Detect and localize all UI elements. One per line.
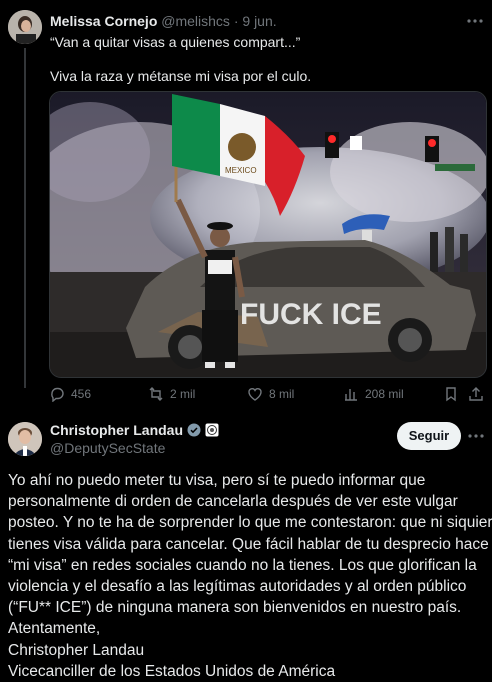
avatar-melissa[interactable] (8, 10, 42, 44)
body-line: “mi visa” en redes sociales cuando no la… (8, 556, 477, 574)
tweet-photo[interactable]: FUCK ICE MEXICO (49, 91, 487, 378)
repost-button[interactable]: 2 mil (148, 386, 195, 402)
thread-connector-line (24, 48, 26, 388)
author-name[interactable]: Christopher Landau (50, 422, 183, 438)
main-tweet-body: Yo ahí no puedo meter tu visa, pero sí t… (8, 470, 492, 682)
repost-icon (149, 387, 163, 401)
reply-button[interactable]: 456 (49, 386, 91, 402)
reply-count: 456 (71, 387, 92, 401)
body-line: tienes visa válida para cancelar. Que fá… (8, 535, 489, 553)
heart-icon (248, 388, 262, 401)
views-button[interactable]: 208 mil (343, 386, 404, 402)
body-line: personalmente di orden de cancelarla des… (8, 493, 458, 511)
views-count: 208 mil (365, 387, 404, 401)
verified-badge-icon (187, 423, 201, 437)
views-icon (345, 389, 357, 401)
share-icon (469, 387, 483, 401)
protest-scene: FUCK ICE MEXICO (50, 92, 486, 377)
body-line: Vicecanciller de los Estados Unidos de A… (8, 662, 336, 680)
graffiti-text: FUCK ICE (240, 298, 382, 331)
body-line: Yo ahí no puedo meter tu visa, pero sí t… (8, 472, 426, 489)
body-line: posteo. Y no te ha de sorprender lo que … (8, 514, 492, 532)
avatar-image (8, 10, 42, 44)
avatar-image (8, 422, 42, 456)
quote-line: “Van a quitar visas a quienes compart...… (50, 34, 301, 50)
tweet-date[interactable]: 9 jun. (242, 13, 276, 29)
tweet-body: Viva la raza y métanse mi visa por el cu… (50, 68, 312, 84)
author-handle[interactable]: @DeputySecState (50, 440, 165, 456)
author-name[interactable]: Melissa Cornejo (50, 13, 157, 29)
body-line: Christopher Landau (8, 641, 145, 659)
author-handle[interactable]: @melishcs (161, 13, 230, 29)
avatar-christopher[interactable] (8, 422, 42, 456)
repost-count: 2 mil (170, 387, 196, 401)
government-seal-icon (205, 423, 219, 437)
more-options-icon[interactable] (466, 14, 484, 28)
body-line: Atentamente, (8, 620, 101, 638)
bookmark-icon (446, 387, 456, 402)
follow-button[interactable]: Seguir (397, 422, 461, 450)
separator-dot: · (233, 13, 239, 29)
bookmark-button[interactable] (443, 386, 459, 402)
more-options-icon[interactable] (467, 429, 485, 443)
like-count: 8 mil (269, 387, 295, 401)
body-line: violencia y el desafío a las legítimas a… (8, 578, 467, 596)
flag-text: MEXICO (225, 166, 257, 175)
reply-icon (51, 387, 64, 402)
like-button[interactable]: 8 mil (247, 386, 294, 402)
share-button[interactable] (468, 386, 484, 402)
body-line: (“FU** ICE”) de ninguna manera son bienv… (8, 599, 462, 617)
